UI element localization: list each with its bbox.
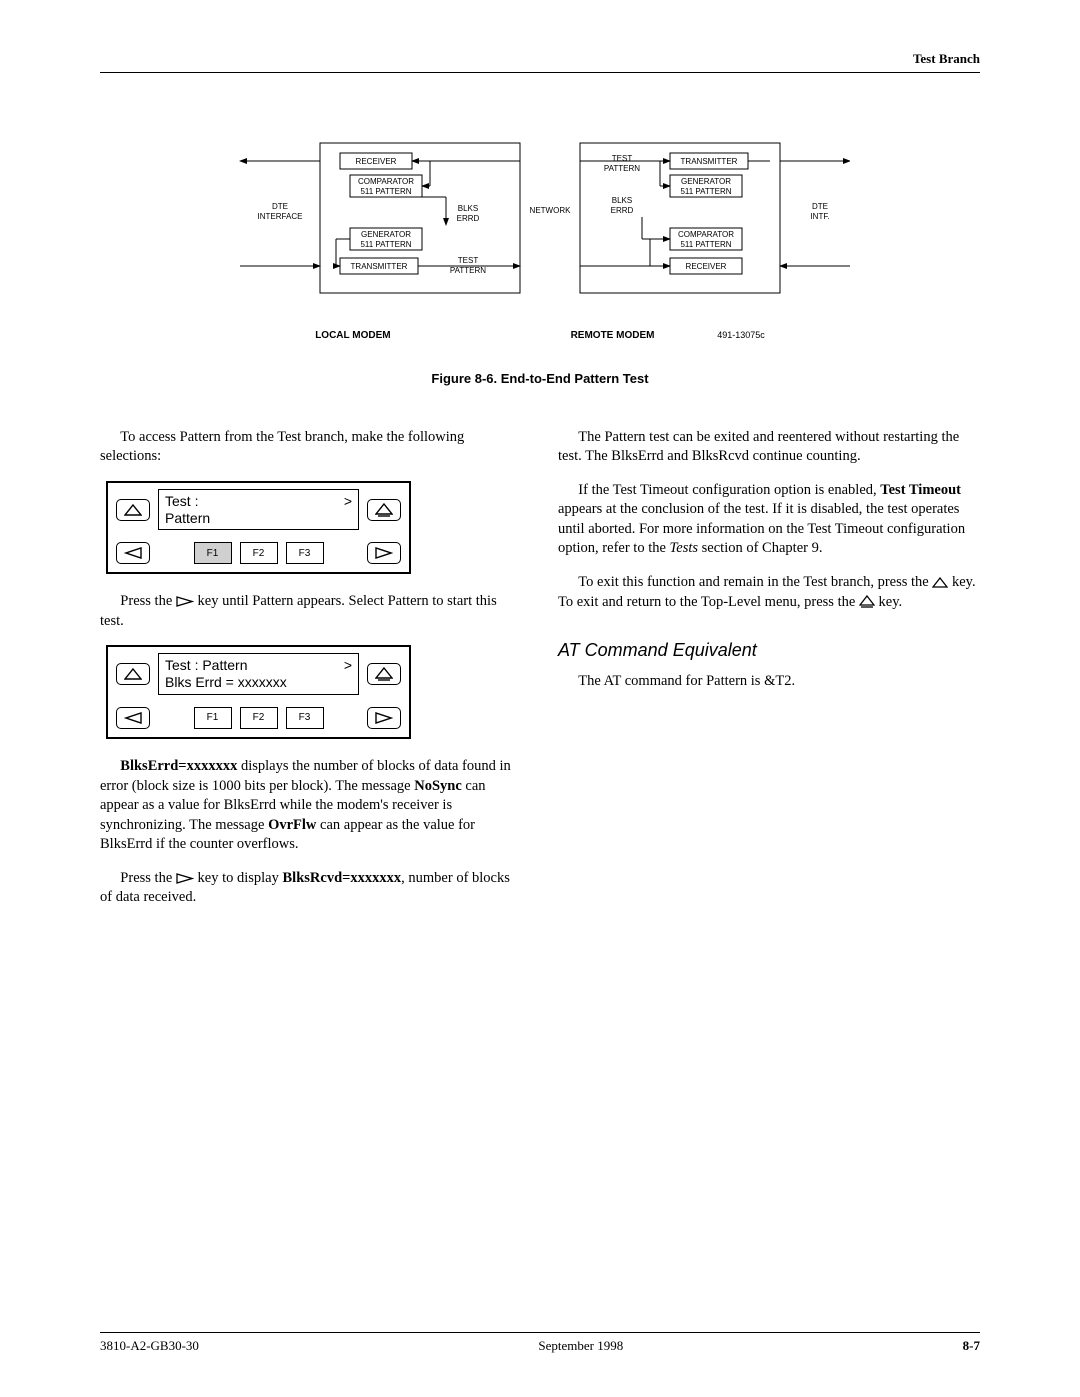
lcd-display: Test : > Pattern (158, 489, 359, 531)
dcp-panel-2: Test : Pattern > Blks Errd = xxxxxxx F1 … (106, 645, 411, 739)
svg-text:INTF.: INTF. (810, 212, 829, 221)
right-column: The Pattern test can be exited and reent… (558, 428, 980, 922)
svg-text:NETWORK: NETWORK (530, 206, 572, 215)
footer-date: September 1998 (538, 1337, 623, 1355)
f1-key: F1 (194, 542, 232, 564)
lcd-line2: Blks Errd = xxxxxxx (165, 674, 352, 691)
f3-key: F3 (286, 707, 324, 729)
svg-text:COMPARATOR: COMPARATOR (358, 177, 414, 186)
svg-text:BLKS: BLKS (612, 196, 632, 205)
lcd-line1: Test : (165, 493, 198, 510)
f3-key: F3 (286, 542, 324, 564)
right-arrow-icon (176, 873, 194, 884)
up-triangle-icon (932, 577, 948, 588)
lcd-gt: > (344, 657, 352, 674)
f2-key: F2 (240, 707, 278, 729)
left-p3: BlksErrd=xxxxxxx displays the number of … (100, 757, 522, 855)
left-p2: Press the key until Pattern appears. Sel… (100, 592, 522, 631)
svg-text:511 PATTERN: 511 PATTERN (360, 240, 411, 249)
lcd-gt: > (344, 493, 352, 510)
svg-text:TRANSMITTER: TRANSMITTER (351, 262, 408, 271)
home-key (367, 499, 401, 521)
local-modem-label: LOCAL MODEM (315, 329, 390, 343)
right-key (367, 707, 401, 729)
left-key (116, 542, 150, 564)
svg-text:511 PATTERN: 511 PATTERN (360, 187, 411, 196)
header-section: Test Branch (913, 50, 980, 68)
lcd-line1: Test : Pattern (165, 657, 247, 674)
lcd-line2: Pattern (165, 510, 352, 527)
up-key (116, 663, 150, 685)
svg-text:511 PATTERN: 511 PATTERN (680, 187, 731, 196)
two-column-body: To access Pattern from the Test branch, … (100, 428, 980, 922)
page-header: Test Branch (100, 50, 980, 73)
dcp-panel-1: Test : > Pattern F1 F2 F3 (106, 481, 411, 575)
remote-modem-label: REMOTE MODEM (571, 330, 655, 341)
home-triangle-icon (859, 595, 875, 608)
svg-text:ERRD: ERRD (611, 206, 634, 215)
right-p3: To exit this function and remain in the … (558, 573, 980, 612)
svg-text:ERRD: ERRD (457, 214, 480, 223)
right-arrow-icon (176, 596, 194, 607)
block-diagram: RECEIVER COMPARATOR 511 PATTERN GENERATO… (230, 133, 850, 323)
right-p4: The AT command for Pattern is &T2. (558, 672, 980, 692)
svg-text:PATTERN: PATTERN (450, 266, 486, 275)
lcd-display: Test : Pattern > Blks Errd = xxxxxxx (158, 653, 359, 695)
svg-text:RECEIVER: RECEIVER (356, 157, 397, 166)
diagram-ref-id: 491-13075c (717, 330, 765, 340)
f2-key: F2 (240, 542, 278, 564)
left-column: To access Pattern from the Test branch, … (100, 428, 522, 922)
home-key (367, 663, 401, 685)
svg-text:PATTERN: PATTERN (604, 164, 640, 173)
f1-key: F1 (194, 707, 232, 729)
right-p1: The Pattern test can be exited and reent… (558, 428, 980, 467)
svg-text:TEST: TEST (612, 154, 633, 163)
left-p4: Press the key to display BlksRcvd=xxxxxx… (100, 869, 522, 908)
figure-caption: Figure 8-6. End-to-End Pattern Test (100, 370, 980, 388)
footer-pagenum: 8-7 (963, 1337, 980, 1355)
svg-text:GENERATOR: GENERATOR (361, 230, 411, 239)
svg-text:INTERFACE: INTERFACE (258, 212, 303, 221)
at-command-subhead: AT Command Equivalent (558, 638, 980, 662)
up-key (116, 499, 150, 521)
right-p2: If the Test Timeout configuration option… (558, 481, 980, 559)
right-key (367, 542, 401, 564)
svg-text:BLKS: BLKS (458, 204, 478, 213)
svg-text:GENERATOR: GENERATOR (681, 177, 731, 186)
svg-text:RECEIVER: RECEIVER (686, 262, 727, 271)
left-p1: To access Pattern from the Test branch, … (100, 428, 522, 467)
svg-text:DTE: DTE (812, 202, 828, 211)
svg-text:TRANSMITTER: TRANSMITTER (681, 157, 738, 166)
page-footer: 3810-A2-GB30-30 September 1998 8-7 (100, 1332, 980, 1355)
diagram-bottom-labels: LOCAL MODEM REMOTE MODEM 491-13075c (100, 329, 980, 343)
svg-text:COMPARATOR: COMPARATOR (678, 230, 734, 239)
svg-text:511 PATTERN: 511 PATTERN (680, 240, 731, 249)
svg-text:TEST: TEST (458, 256, 479, 265)
svg-text:DTE: DTE (272, 202, 288, 211)
footer-docid: 3810-A2-GB30-30 (100, 1337, 199, 1355)
left-key (116, 707, 150, 729)
